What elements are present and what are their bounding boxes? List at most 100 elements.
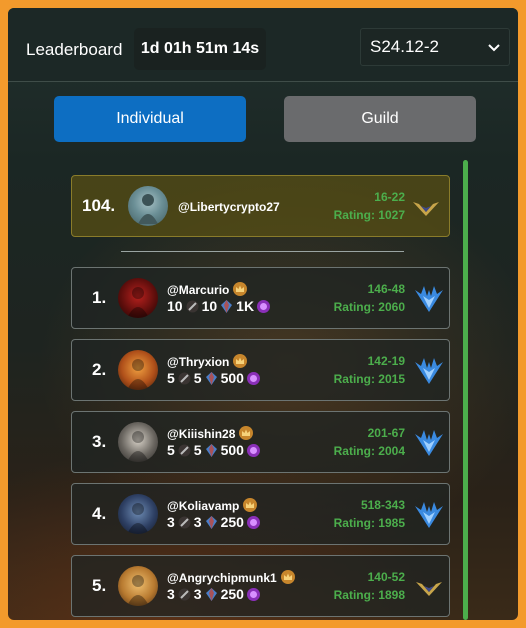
stat-c-value: 500 [220, 370, 244, 386]
row-rank: 5. [92, 576, 107, 595]
avatar-figure-icon [138, 194, 158, 224]
gold-wings-icon [413, 202, 439, 216]
avatar-figure-icon [127, 431, 149, 462]
row-username-line: @Koliavamp [167, 497, 258, 513]
stat-b-value: 5 [193, 370, 202, 386]
stat-b-value: 3 [193, 514, 202, 530]
stat-b-value: 5 [193, 442, 202, 458]
leaderboard-title: Leaderboard [26, 40, 123, 59]
row-username-line: @Angrychipmunk1 [167, 569, 296, 585]
stat-a-value: 3 [167, 586, 175, 602]
row-username: @Thryxion [167, 355, 230, 369]
row-username-line: @Marcurio [167, 281, 248, 297]
gem-icon [205, 443, 217, 457]
row-username: @Kiiishin28 [167, 427, 236, 441]
row-username-line: @Kiiishin28 [167, 425, 254, 441]
avatar-figure-icon [127, 575, 149, 606]
crown-badge-icon [233, 354, 248, 368]
gold-wings-icon [416, 582, 442, 596]
row-rank: 4. [92, 504, 107, 523]
chevron-down-icon [488, 44, 500, 52]
avatar [118, 422, 158, 462]
self-username: @Libertycrypto27 [178, 200, 280, 214]
avatar [118, 350, 158, 390]
sword-icon [178, 444, 191, 456]
row-stats: 3 3 250 [167, 514, 263, 530]
self-rating: Rating: 1027 [333, 208, 405, 222]
purple-orb-icon [246, 515, 260, 529]
stat-c-value: 250 [220, 514, 244, 530]
row-rating: Rating: 1985 [333, 516, 405, 530]
row-rank: 1. [92, 288, 107, 307]
stat-a-value: 10 [167, 298, 183, 314]
self-ranking-row[interactable]: 104. @Libertycrypto27 16-22 Rating: 1027 [71, 175, 450, 237]
row-stats: 3 3 250 [167, 586, 263, 602]
stat-c-value: 500 [220, 442, 244, 458]
row-rating: Rating: 2004 [333, 444, 405, 458]
avatar [128, 186, 168, 226]
leaderboard-header: Leaderboard 1d 01h 51m 14s S24.12-2 [8, 8, 518, 82]
row-username: @Koliavamp [167, 499, 240, 513]
sword-icon [178, 588, 191, 600]
sword-icon [186, 300, 199, 312]
row-stats: 5 5 500 [167, 370, 263, 386]
blue-wings-icon [415, 358, 443, 384]
stat-b-value: 3 [193, 586, 202, 602]
avatar [118, 566, 158, 606]
blue-wings-icon [415, 286, 443, 312]
self-rank: 104. [82, 196, 116, 215]
crown-badge-icon [243, 498, 258, 512]
stat-c-value: 250 [220, 586, 244, 602]
row-rating: Rating: 1898 [333, 588, 405, 602]
avatar-figure-icon [127, 287, 149, 318]
avatar [118, 494, 158, 534]
row-record: 146-48 [367, 282, 405, 296]
stat-c-value: 1K [236, 298, 255, 314]
leaderboard-row[interactable]: 1. @Marcurio 10 10 1K 146-48 Rating: 206… [71, 267, 450, 329]
row-username: @Marcurio [167, 283, 230, 297]
stat-a-value: 5 [167, 442, 175, 458]
sword-icon [178, 516, 191, 528]
crown-badge-icon [280, 570, 295, 584]
row-rank: 2. [92, 360, 107, 379]
stat-b-value: 10 [201, 298, 218, 314]
tab-guild[interactable]: Guild [284, 96, 476, 142]
avatar-figure-icon [127, 359, 149, 390]
crown-badge-icon [239, 426, 254, 440]
purple-orb-icon [246, 443, 260, 457]
purple-orb-icon [246, 587, 260, 601]
leaderboard-row[interactable]: 5. @Angrychipmunk1 3 3 250 140-52 Rating… [71, 555, 450, 617]
purple-orb-icon [246, 371, 260, 385]
leaderboard-panel: Leaderboard 1d 01h 51m 14s S24.12-2 Indi… [8, 8, 518, 620]
gem-icon [205, 587, 217, 601]
row-record: 201-67 [367, 426, 405, 440]
row-rank: 3. [92, 432, 107, 451]
gem-icon [221, 299, 233, 313]
row-rating: Rating: 2015 [333, 372, 405, 386]
avatar-figure-icon [127, 503, 149, 534]
self-record: 16-22 [374, 190, 405, 204]
crown-badge-icon [233, 282, 248, 296]
scrollbar[interactable] [463, 160, 468, 620]
stat-a-value: 3 [167, 514, 175, 530]
gem-icon [205, 515, 217, 529]
avatar [118, 278, 158, 318]
row-rating: Rating: 2060 [333, 300, 405, 314]
leaderboard-row[interactable]: 2. @Thryxion 5 5 500 142-19 Rating: 2015 [71, 339, 450, 401]
leaderboard-row[interactable]: 3. @Kiiishin28 5 5 500 201-67 Rating: 20… [71, 411, 450, 473]
row-stats: 10 10 1K [167, 298, 273, 314]
section-divider [121, 251, 404, 252]
row-stats: 5 5 500 [167, 442, 263, 458]
row-username-line: @Thryxion [167, 353, 248, 369]
blue-wings-icon [415, 430, 443, 456]
purple-orb-icon [257, 299, 271, 313]
leaderboard-row[interactable]: 4. @Koliavamp 3 3 250 518-343 Rating: 19… [71, 483, 450, 545]
season-select-value: S24.12-2 [370, 37, 439, 56]
tab-individual[interactable]: Individual [54, 96, 246, 142]
row-username: @Angrychipmunk1 [167, 571, 277, 585]
season-select[interactable]: S24.12-2 [360, 28, 510, 66]
row-record: 142-19 [367, 354, 405, 368]
gem-icon [205, 371, 217, 385]
row-record: 518-343 [360, 498, 405, 512]
row-record: 140-52 [367, 570, 405, 584]
